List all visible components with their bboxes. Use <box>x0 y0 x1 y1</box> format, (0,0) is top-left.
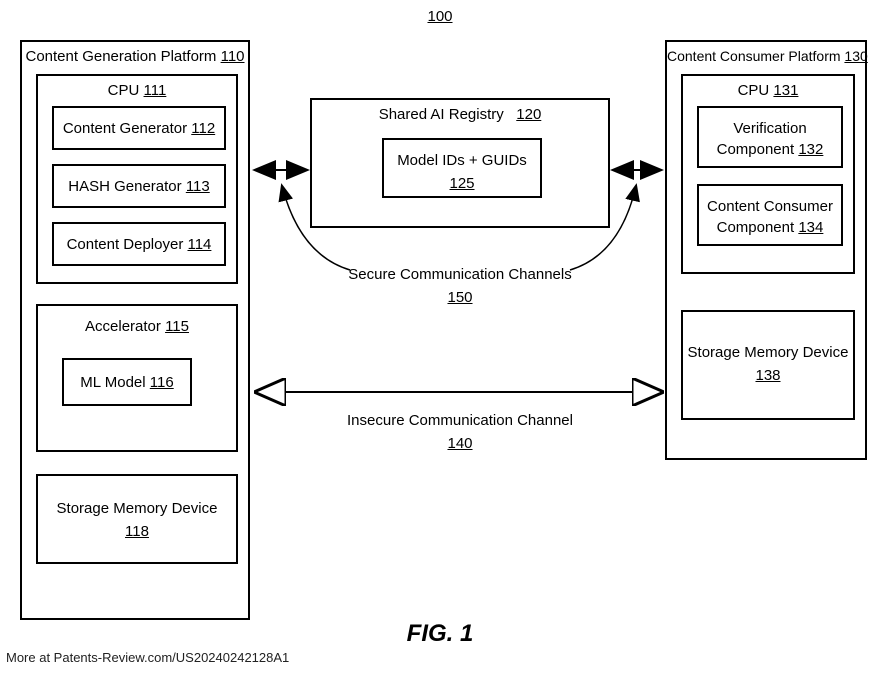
figure-number: 100 <box>0 8 880 25</box>
consumer-platform-text: Content Consumer Platform <box>667 48 841 64</box>
content-consumer-title: Content Consumer Component 134 <box>699 196 841 238</box>
insecure-channel-ref: 140 <box>447 435 472 452</box>
consumer-cpu-title: CPU 131 <box>683 82 853 99</box>
consumer-platform-title: Content Consumer Platform 130 <box>667 48 865 64</box>
verification-title: Verification Component 132 <box>699 118 841 160</box>
consumer-platform-ref: 130 <box>844 48 867 64</box>
hash-generator-title: HASH Generator 113 <box>54 178 224 195</box>
verification-component: Verification Component 132 <box>697 106 843 168</box>
insecure-channel-label: Insecure Communication Channel 140 <box>310 410 610 455</box>
content-deployer-text: Content Deployer <box>67 236 184 253</box>
consumer-cpu: CPU 131 Verification Component 132 Conte… <box>681 74 855 274</box>
registry-title: Shared AI Registry 120 <box>312 106 608 123</box>
gen-cpu-title: CPU 111 <box>38 82 236 99</box>
accelerator-title: Accelerator 115 <box>38 318 236 335</box>
ml-model: ML Model 116 <box>62 358 192 406</box>
content-consumer-component: Content Consumer Component 134 <box>697 184 843 246</box>
consumer-storage-ref: 138 <box>755 367 780 384</box>
hash-generator: HASH Generator 113 <box>52 164 226 208</box>
consumer-storage-text: Storage Memory Device <box>688 344 849 361</box>
hash-generator-text: HASH Generator <box>68 178 181 195</box>
ml-model-ref: 116 <box>150 374 174 391</box>
secure-channels-text: Secure Communication Channels <box>348 266 571 283</box>
figure-label: FIG. 1 <box>0 620 880 648</box>
gen-cpu-ref: 111 <box>144 82 167 99</box>
accelerator: Accelerator 115 ML Model 116 <box>36 304 238 452</box>
footer-text: More at Patents-Review.com/US20240242128… <box>6 650 289 665</box>
consumer-cpu-ref: 131 <box>773 82 798 99</box>
accelerator-text: Accelerator <box>85 318 161 335</box>
consumer-cpu-text: CPU <box>738 82 770 99</box>
gen-cpu-text: CPU <box>108 82 140 99</box>
hash-generator-ref: 113 <box>186 178 210 195</box>
content-generator-title: Content Generator 112 <box>54 120 224 137</box>
accelerator-ref: 115 <box>165 318 189 335</box>
shared-registry: Shared AI Registry 120 Model IDs + GUIDs… <box>310 98 610 228</box>
insecure-channel-text: Insecure Communication Channel <box>347 412 573 429</box>
registry-inner-text: Model IDs + GUIDs <box>397 152 527 169</box>
content-generator: Content Generator 112 <box>52 106 226 150</box>
gen-cpu: CPU 111 Content Generator 112 HASH Gener… <box>36 74 238 284</box>
gen-storage-ref: 118 <box>125 523 149 540</box>
gen-storage-text: Storage Memory Device <box>57 500 218 517</box>
gen-platform-ref: 110 <box>221 48 245 65</box>
gen-storage: Storage Memory Device 118 <box>36 474 238 564</box>
ml-model-text: ML Model <box>80 374 145 391</box>
verification-text: Verification Component <box>717 120 807 158</box>
verification-ref: 132 <box>798 141 823 158</box>
secure-channels-ref: 150 <box>447 289 472 306</box>
ml-model-title: ML Model 116 <box>64 374 190 391</box>
content-deployer-title: Content Deployer 114 <box>54 236 224 253</box>
gen-storage-title: Storage Memory Device 118 <box>38 498 236 543</box>
content-generator-ref: 112 <box>191 120 215 137</box>
content-deployer-ref: 114 <box>187 236 211 253</box>
content-deployer: Content Deployer 114 <box>52 222 226 266</box>
registry-ref: 120 <box>516 106 541 123</box>
consumer-storage: Storage Memory Device 138 <box>681 310 855 420</box>
consumer-storage-title: Storage Memory Device 138 <box>683 342 853 387</box>
registry-inner-ref: 125 <box>449 175 474 192</box>
registry-inner-title: Model IDs + GUIDs 125 <box>384 150 540 195</box>
content-consumer-platform: Content Consumer Platform 130 CPU 131 Ve… <box>665 40 867 460</box>
secure-channels-label: Secure Communication Channels 150 <box>310 264 610 309</box>
gen-platform-title: Content Generation Platform 110 <box>22 48 248 65</box>
registry-text: Shared AI Registry <box>379 106 504 123</box>
registry-inner: Model IDs + GUIDs 125 <box>382 138 542 198</box>
content-generator-text: Content Generator <box>63 120 187 137</box>
content-consumer-ref: 134 <box>798 219 823 236</box>
gen-platform-text: Content Generation Platform <box>25 48 216 65</box>
content-generation-platform: Content Generation Platform 110 CPU 111 … <box>20 40 250 620</box>
